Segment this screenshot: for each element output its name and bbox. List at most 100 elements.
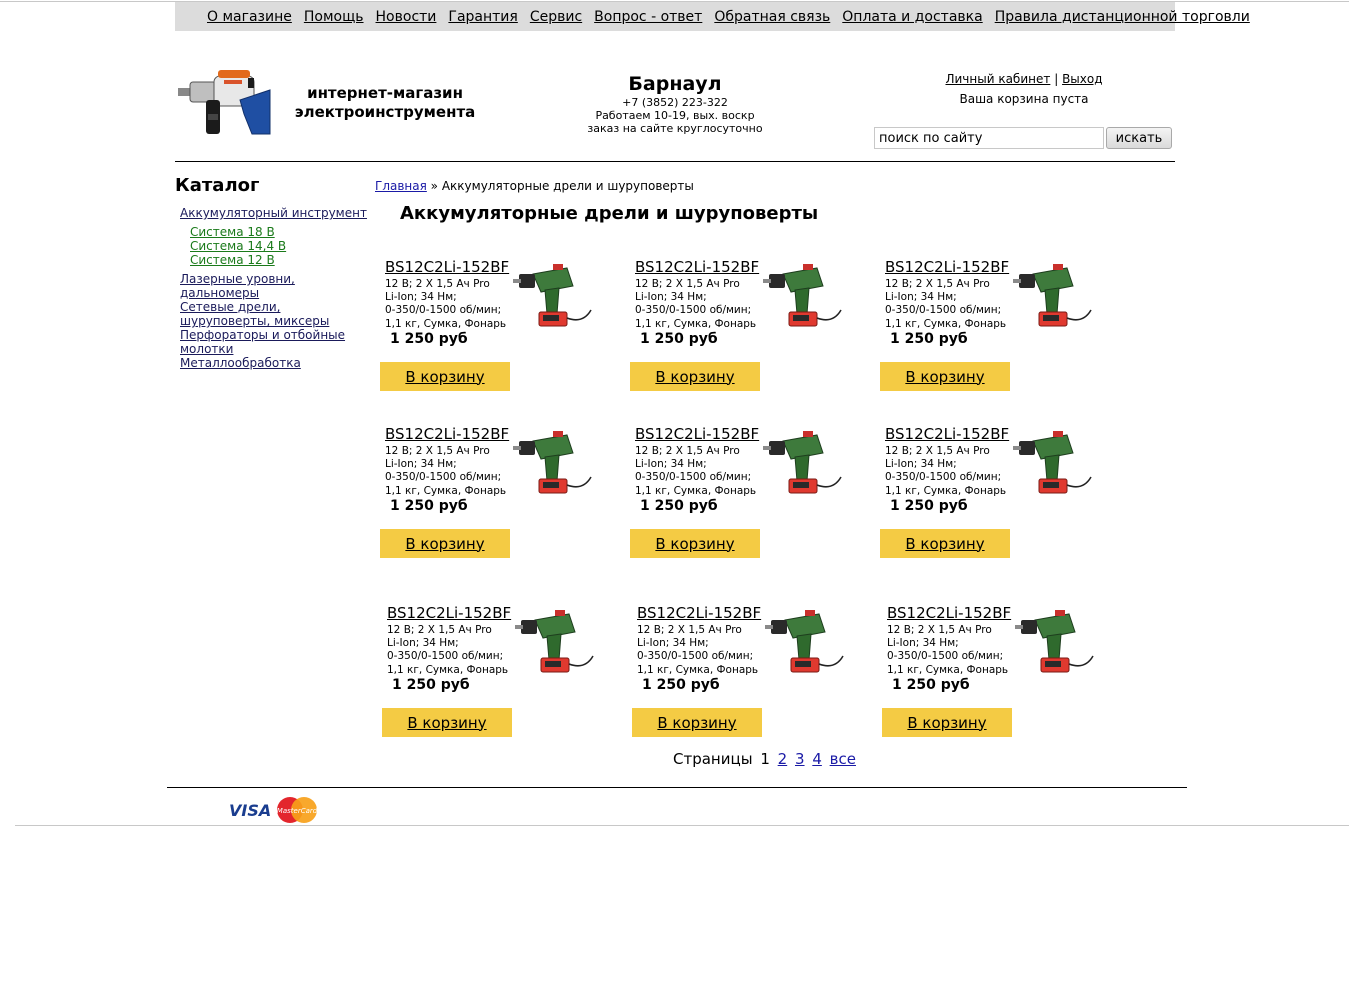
account-separator: | <box>1054 72 1059 86</box>
add-to-cart-button[interactable]: В корзину <box>382 708 512 737</box>
cordless-drill-image-icon[interactable] <box>513 258 595 330</box>
product-spec-line: Li-Ion; 34 Нм; <box>637 637 709 650</box>
pager-all-pages[interactable]: все <box>830 750 856 768</box>
product-spec-line: 0-350/0-1500 об/мин; <box>385 304 502 317</box>
add-to-cart-button[interactable]: В корзину <box>630 529 760 558</box>
product-spec-line: Li-Ion; 34 Нм; <box>635 291 707 304</box>
add-to-cart-button[interactable]: В корзину <box>880 362 1010 391</box>
product-spec-line: Li-Ion; 34 Нм; <box>387 637 459 650</box>
product-spec-line: 0-350/0-1500 об/мин; <box>635 304 752 317</box>
product-spec-line: 12 В; 2 X 1,5 Ач Pro <box>637 624 742 636</box>
search-input[interactable] <box>874 127 1104 149</box>
product-title[interactable]: BS12C2Li-152BF <box>885 258 1009 276</box>
product-card: BS12C2Li-152BF 12 В; 2 X 1,5 Ач Pro Li-Io… <box>632 604 872 744</box>
header-divider <box>175 161 1175 162</box>
product-spec-line: 1,1 кг, Сумка, Фонарь <box>885 317 1007 330</box>
cordless-drill-image-icon[interactable] <box>1013 258 1095 330</box>
product-title[interactable]: BS12C2Li-152BF <box>385 425 509 443</box>
product-price: 1 250 руб <box>640 498 718 514</box>
sidebar-item-corded-drills[interactable]: Сетевые дрели, шуруповерты, миксеры <box>180 300 370 328</box>
product-title[interactable]: BS12C2Li-152BF <box>635 258 759 276</box>
nav-service[interactable]: Сервис <box>530 9 582 25</box>
account-link[interactable]: Личный кабинет <box>945 72 1050 86</box>
nav-about[interactable]: О магазине <box>207 9 292 25</box>
sidebar-subitems: Система 18 В Система 14,4 В Система 12 В <box>180 225 370 267</box>
add-to-cart-button[interactable]: В корзину <box>380 529 510 558</box>
product-spec-line: Li-Ion; 34 Нм; <box>885 291 957 304</box>
sidebar-item-laser-levels[interactable]: Лазерные уровни, дальномеры <box>180 272 370 300</box>
svg-text:VISA: VISA <box>229 801 270 820</box>
product-spec-line: 1,1 кг, Сумка, Фонарь <box>385 317 507 330</box>
product-spec-line: 0-350/0-1500 об/мин; <box>385 471 502 484</box>
product-spec-line: 1,1 кг, Сумка, Фонарь <box>635 317 757 330</box>
product-spec-line: 12 В; 2 X 1,5 Ач Pro <box>885 278 990 290</box>
cart-status[interactable]: Ваша корзина пуста <box>924 92 1124 106</box>
pager-page-3[interactable]: 3 <box>795 750 805 768</box>
product-spec-line: Li-Ion; 34 Нм; <box>385 458 457 471</box>
add-to-cart-button[interactable]: В корзину <box>630 362 760 391</box>
product-spec-line: 1,1 кг, Сумка, Фонарь <box>635 484 757 497</box>
product-card: BS12C2Li-152BF 12 В; 2 X 1,5 Ач Pro Li-Io… <box>880 425 1120 565</box>
product-spec-line: 12 В; 2 X 1,5 Ач Pro <box>635 445 740 457</box>
nav-news[interactable]: Новости <box>376 9 437 25</box>
product-spec-line: Li-Ion; 34 Нм; <box>885 458 957 471</box>
nav-faq[interactable]: Вопрос - ответ <box>594 9 702 25</box>
hammer-drill-logo-icon[interactable] <box>178 70 274 142</box>
add-to-cart-button[interactable]: В корзину <box>882 708 1012 737</box>
nav-feedback[interactable]: Обратная связь <box>714 9 830 25</box>
sidebar-item-cordless-tools[interactable]: Аккумуляторный инструмент <box>180 206 370 220</box>
product-spec-line: 0-350/0-1500 об/мин; <box>637 650 754 663</box>
cordless-drill-image-icon[interactable] <box>1015 604 1097 676</box>
cordless-drill-image-icon[interactable] <box>763 258 845 330</box>
breadcrumb-separator: » <box>430 179 439 193</box>
product-card: BS12C2Li-152BF 12 В; 2 X 1,5 Ач Pro Li-Io… <box>630 258 870 398</box>
pager-page-2[interactable]: 2 <box>778 750 788 768</box>
product-title[interactable]: BS12C2Li-152BF <box>387 604 511 622</box>
product-card: BS12C2Li-152BF 12 В; 2 X 1,5 Ач Pro Li-Io… <box>880 258 1120 398</box>
page-title: Аккумуляторные дрели и шуруповерты <box>400 203 819 224</box>
footer-divider <box>167 787 1187 788</box>
product-spec-line: Li-Ion; 34 Нм; <box>887 637 959 650</box>
sidebar-subitem-12v[interactable]: Система 12 В <box>180 253 370 267</box>
product-price: 1 250 руб <box>642 677 720 693</box>
product-card: BS12C2Li-152BF 12 В; 2 X 1,5 Ач Pro Li-Io… <box>380 258 620 398</box>
cordless-drill-image-icon[interactable] <box>765 604 847 676</box>
bottom-border-line <box>15 825 1349 826</box>
phone-number: +7 (3852) 223-322 <box>622 96 728 109</box>
pager-page-4[interactable]: 4 <box>812 750 822 768</box>
product-spec-line: 1,1 кг, Сумка, Фонарь <box>385 484 507 497</box>
add-to-cart-button[interactable]: В корзину <box>632 708 762 737</box>
product-spec-line: 1,1 кг, Сумка, Фонарь <box>637 663 759 676</box>
add-to-cart-button[interactable]: В корзину <box>380 362 510 391</box>
nav-warranty[interactable]: Гарантия <box>448 9 517 25</box>
sidebar-subitem-14v[interactable]: Система 14,4 В <box>180 239 370 253</box>
product-spec-line: 12 В; 2 X 1,5 Ач Pro <box>387 624 492 636</box>
sidebar-item-rotary-hammers[interactable]: Перфораторы и отбойные молотки <box>180 328 370 356</box>
sidebar-item-metalworking[interactable]: Металлообработка <box>180 356 370 370</box>
account-block: Личный кабинет | Выход Ваша корзина пуст… <box>924 72 1124 106</box>
cordless-drill-image-icon[interactable] <box>1013 425 1095 497</box>
logout-link[interactable]: Выход <box>1062 72 1102 86</box>
product-price: 1 250 руб <box>890 331 968 347</box>
product-spec-line: 1,1 кг, Сумка, Фонарь <box>887 663 1009 676</box>
product-title[interactable]: BS12C2Li-152BF <box>885 425 1009 443</box>
product-title[interactable]: BS12C2Li-152BF <box>887 604 1011 622</box>
svg-text:MasterCard: MasterCard <box>277 807 318 815</box>
cordless-drill-image-icon[interactable] <box>515 604 597 676</box>
sidebar-subitem-18v[interactable]: Система 18 В <box>180 225 370 239</box>
search-button[interactable]: искать <box>1106 127 1172 149</box>
product-title[interactable]: BS12C2Li-152BF <box>635 425 759 443</box>
nav-remote-trade-rules[interactable]: Правила дистанционной торговли <box>995 9 1250 25</box>
product-title[interactable]: BS12C2Li-152BF <box>385 258 509 276</box>
cordless-drill-image-icon[interactable] <box>763 425 845 497</box>
cordless-drill-image-icon[interactable] <box>513 425 595 497</box>
nav-payment-delivery[interactable]: Оплата и доставка <box>842 9 982 25</box>
product-title[interactable]: BS12C2Li-152BF <box>637 604 761 622</box>
breadcrumb-home[interactable]: Главная <box>375 179 427 193</box>
add-to-cart-button[interactable]: В корзину <box>880 529 1010 558</box>
city-name: Барнаул <box>628 73 722 95</box>
product-specs: 12 В; 2 X 1,5 Ач Pro Li-Ion; 34 Нм; 0-350/… <box>637 624 758 677</box>
product-spec-line: 12 В; 2 X 1,5 Ач Pro <box>385 278 490 290</box>
nav-help[interactable]: Помощь <box>304 9 364 25</box>
pager-label: Страницы <box>673 750 753 768</box>
